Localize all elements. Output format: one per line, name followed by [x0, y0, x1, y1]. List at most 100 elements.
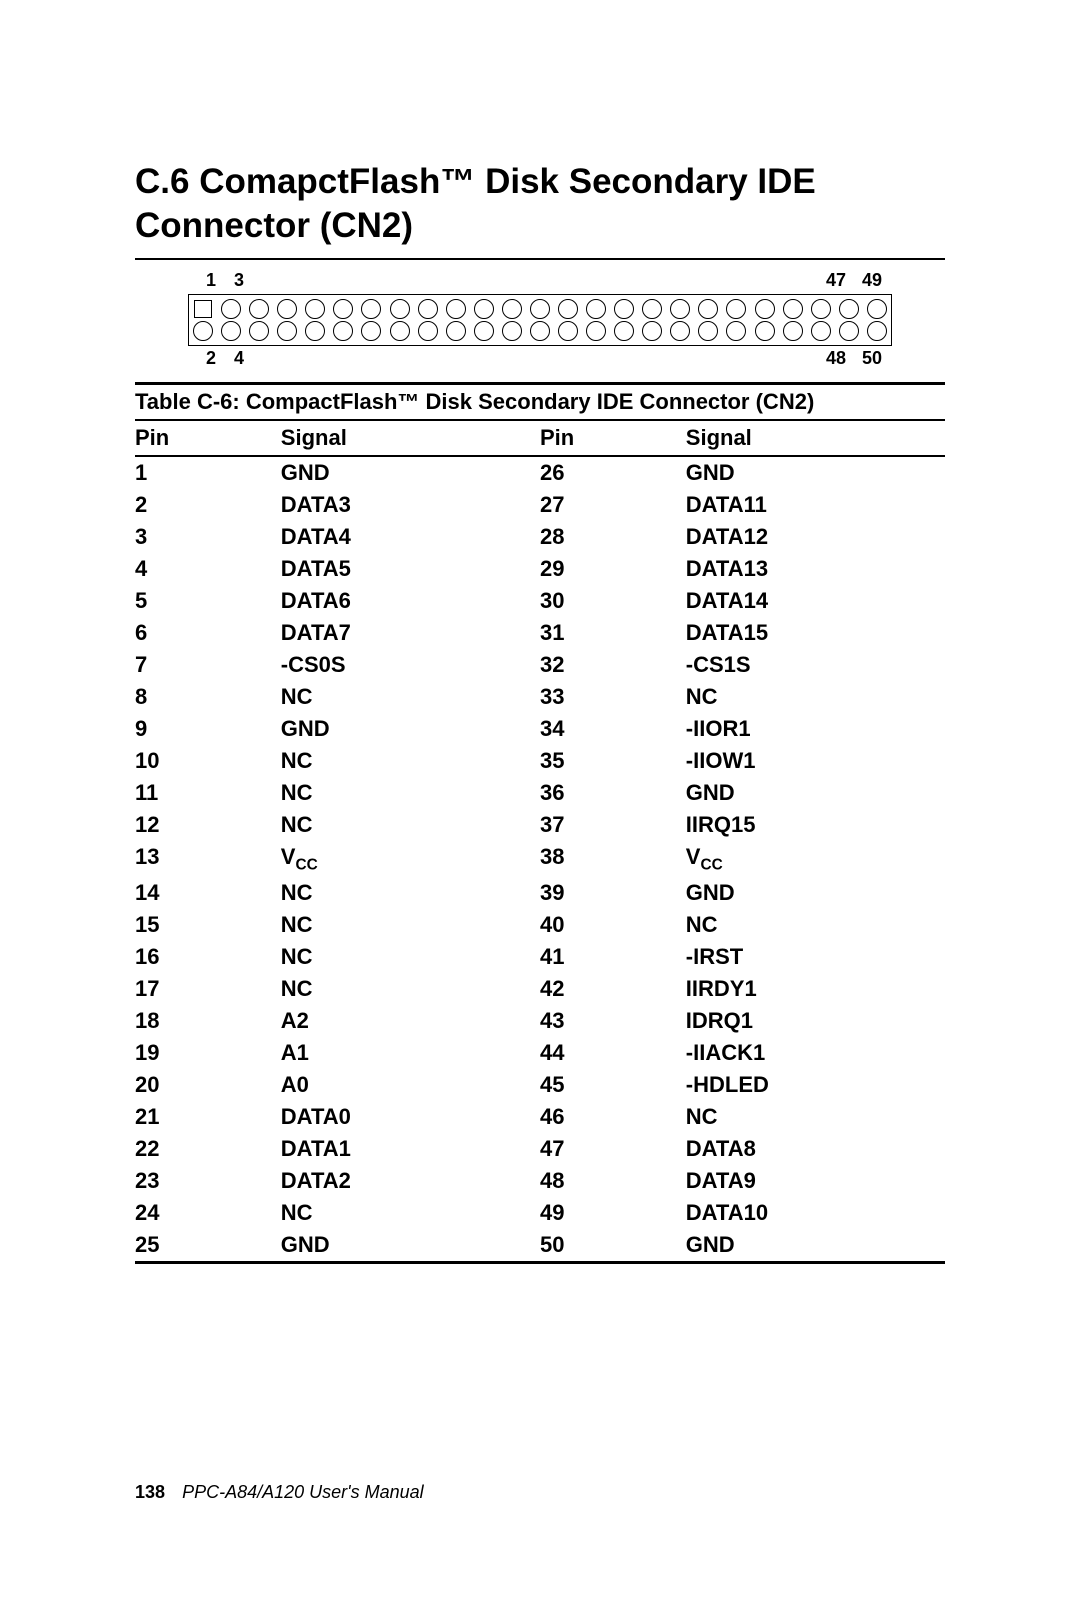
pin-icon	[502, 321, 522, 341]
cell-signal: NC	[281, 745, 540, 777]
cell-pin: 19	[135, 1037, 281, 1069]
cell-signal: DATA11	[686, 489, 945, 521]
pin-icon	[418, 321, 438, 341]
cell-signal: NC	[686, 909, 945, 941]
page-number: 138	[135, 1482, 165, 1502]
table-row: 19A144-IIACK1	[135, 1037, 945, 1069]
cell-pin: 45	[540, 1069, 686, 1101]
pin-icon	[614, 299, 634, 319]
table-row: 13VCC38VCC	[135, 841, 945, 877]
cell-pin: 29	[540, 553, 686, 585]
table-row: 3DATA428DATA12	[135, 521, 945, 553]
cell-pin: 27	[540, 489, 686, 521]
pin-icon	[698, 299, 718, 319]
cell-signal: DATA12	[686, 521, 945, 553]
cell-signal: GND	[281, 713, 540, 745]
cell-pin: 6	[135, 617, 281, 649]
table-row: 11NC36GND	[135, 777, 945, 809]
table-row: 10NC35-IIOW1	[135, 745, 945, 777]
pin-icon	[867, 321, 887, 341]
cell-pin: 25	[135, 1229, 281, 1261]
cell-pin: 22	[135, 1133, 281, 1165]
table-row: 20A045-HDLED	[135, 1069, 945, 1101]
pin-icon	[446, 321, 466, 341]
cell-signal: DATA5	[281, 553, 540, 585]
pin-icon	[446, 299, 466, 319]
pin-icon	[755, 299, 775, 319]
pin-label-3: 3	[234, 270, 244, 291]
pin-icon	[361, 299, 381, 319]
table-row: 17NC42IIRDY1	[135, 973, 945, 1005]
pin-icon	[193, 321, 213, 341]
table-row: 25GND50GND	[135, 1229, 945, 1261]
pin-icon	[586, 321, 606, 341]
cell-pin: 30	[540, 585, 686, 617]
cell-signal: NC	[686, 681, 945, 713]
pin-icon	[783, 299, 803, 319]
cell-pin: 4	[135, 553, 281, 585]
table-row: 8NC33NC	[135, 681, 945, 713]
pin-icon	[670, 321, 690, 341]
cell-pin: 5	[135, 585, 281, 617]
pin-icon	[390, 321, 410, 341]
cell-signal: DATA14	[686, 585, 945, 617]
pin-box	[188, 294, 892, 346]
pin-icon	[221, 299, 241, 319]
cell-pin: 42	[540, 973, 686, 1005]
cell-signal: -HDLED	[686, 1069, 945, 1101]
table-row: 5DATA630DATA14	[135, 585, 945, 617]
table-row: 12NC37IIRQ15	[135, 809, 945, 841]
cell-signal: DATA3	[281, 489, 540, 521]
cell-signal: NC	[281, 681, 540, 713]
pin-icon	[867, 299, 887, 319]
cell-signal: GND	[281, 456, 540, 489]
cell-pin: 8	[135, 681, 281, 713]
cell-signal: -IIOR1	[686, 713, 945, 745]
cell-signal: DATA6	[281, 585, 540, 617]
col-header-signal: Signal	[686, 421, 945, 456]
cell-pin: 32	[540, 649, 686, 681]
col-header-pin: Pin	[540, 421, 686, 456]
title-rule	[135, 258, 945, 260]
pin-icon	[558, 299, 578, 319]
table-row: 23DATA248DATA9	[135, 1165, 945, 1197]
cell-signal: DATA8	[686, 1133, 945, 1165]
pin-icon	[670, 299, 690, 319]
cell-signal: NC	[281, 973, 540, 1005]
cell-pin: 13	[135, 841, 281, 877]
pin-label-4: 4	[234, 348, 244, 369]
cell-signal: NC	[281, 809, 540, 841]
pin-icon	[474, 299, 494, 319]
cell-signal: NC	[281, 909, 540, 941]
pin-1-icon	[194, 300, 212, 318]
cell-signal: VCC	[281, 841, 540, 877]
table-row: 18A243IDRQ1	[135, 1005, 945, 1037]
cell-pin: 48	[540, 1165, 686, 1197]
pin-icon	[839, 299, 859, 319]
pin-label-48: 48	[826, 348, 846, 369]
cell-pin: 35	[540, 745, 686, 777]
cell-pin: 41	[540, 941, 686, 973]
cell-pin: 28	[540, 521, 686, 553]
cell-signal: GND	[686, 877, 945, 909]
cell-signal: A1	[281, 1037, 540, 1069]
cell-pin: 50	[540, 1229, 686, 1261]
pin-icon	[839, 321, 859, 341]
cell-signal: DATA0	[281, 1101, 540, 1133]
cell-signal: -CS0S	[281, 649, 540, 681]
cell-signal: A2	[281, 1005, 540, 1037]
cell-pin: 33	[540, 681, 686, 713]
cell-pin: 46	[540, 1101, 686, 1133]
pin-icon	[277, 321, 297, 341]
cell-signal: DATA1	[281, 1133, 540, 1165]
cell-signal: -CS1S	[686, 649, 945, 681]
cell-pin: 21	[135, 1101, 281, 1133]
col-header-signal: Signal	[281, 421, 540, 456]
cell-signal: DATA13	[686, 553, 945, 585]
cell-pin: 12	[135, 809, 281, 841]
cell-pin: 34	[540, 713, 686, 745]
pin-icon	[642, 299, 662, 319]
cell-pin: 14	[135, 877, 281, 909]
cell-pin: 26	[540, 456, 686, 489]
cell-pin: 18	[135, 1005, 281, 1037]
